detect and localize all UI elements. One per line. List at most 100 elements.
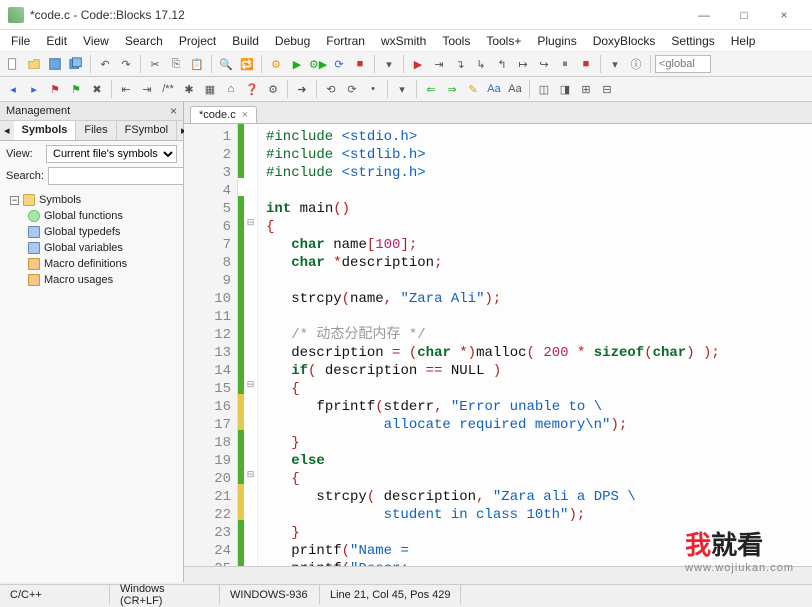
save-all-icon[interactable] xyxy=(66,54,86,74)
bookmark-clear-icon[interactable]: ✖ xyxy=(87,79,107,99)
menu-view[interactable]: View xyxy=(76,32,116,50)
info-icon[interactable]: ⓘ xyxy=(626,54,646,74)
code-editor[interactable]: 1234567891011121314151617181920212223242… xyxy=(184,124,812,566)
fortran-icon[interactable]: ➜ xyxy=(292,79,312,99)
menu-help[interactable]: Help xyxy=(724,32,763,50)
doxy-run-icon[interactable]: ▦ xyxy=(200,79,220,99)
next-line-icon[interactable]: ↴ xyxy=(450,54,470,74)
close-button[interactable]: × xyxy=(764,3,804,27)
tab-files[interactable]: Files xyxy=(76,121,116,140)
management-tabs: ◂ Symbols Files FSymbol ▸ xyxy=(0,121,183,141)
find-icon[interactable]: 🔍 xyxy=(216,54,236,74)
last-jump-icon[interactable]: • xyxy=(363,79,383,99)
toolbar-separator xyxy=(387,80,388,98)
management-close-icon[interactable]: × xyxy=(170,104,177,118)
run-cursor-icon[interactable]: ⇥ xyxy=(429,54,449,74)
target-dropdown[interactable]: ▾ xyxy=(379,54,399,74)
toolbar-row-2: ◂ ▸ ⚑ ⚑ ✖ ⇤ ⇥ /** ✱ ▦ ⌂ ❓ ⚙ ➜ ⟲ ⟳ • ▾ ⇐ … xyxy=(0,77,812,102)
minimize-button[interactable]: — xyxy=(684,3,724,27)
highlight-icon[interactable]: ✎ xyxy=(463,79,483,99)
menu-build[interactable]: Build xyxy=(225,32,266,50)
step-in-icon[interactable]: ↳ xyxy=(471,54,491,74)
tabs-left-arrow-icon[interactable]: ◂ xyxy=(0,121,14,140)
tree-global-variables[interactable]: Global variables xyxy=(6,240,177,256)
select-target-icon[interactable]: ▾ xyxy=(392,79,412,99)
editor-tab-code-c[interactable]: *code.c × xyxy=(190,106,257,123)
regex-icon[interactable]: Aa xyxy=(505,79,525,99)
menu-toolsplus[interactable]: Tools+ xyxy=(479,32,528,50)
menu-settings[interactable]: Settings xyxy=(664,32,721,50)
menu-plugins[interactable]: Plugins xyxy=(530,32,583,50)
rebuild-icon[interactable]: ⟳ xyxy=(329,54,349,74)
text-icon[interactable]: Aa xyxy=(484,79,504,99)
step-out-icon[interactable]: ↰ xyxy=(492,54,512,74)
replace-icon[interactable]: 🔁 xyxy=(237,54,257,74)
step-instr-icon[interactable]: ↪ xyxy=(534,54,554,74)
new-file-icon[interactable] xyxy=(3,54,23,74)
menu-debug[interactable]: Debug xyxy=(268,32,317,50)
editor-tab-label: *code.c xyxy=(199,109,236,121)
nav-back-icon[interactable]: ⇐ xyxy=(421,79,441,99)
build-run-icon[interactable]: ⚙▶ xyxy=(308,54,328,74)
bookmark-prev2-icon[interactable]: ⚑ xyxy=(66,79,86,99)
paste-icon[interactable]: 📋 xyxy=(187,54,207,74)
bookmark-next-icon[interactable]: ▸ xyxy=(24,79,44,99)
doxy-block-icon[interactable]: ✱ xyxy=(179,79,199,99)
menu-tools[interactable]: Tools xyxy=(435,32,477,50)
save-icon[interactable] xyxy=(45,54,65,74)
global-search-input[interactable] xyxy=(655,55,711,73)
debug-windows-icon[interactable]: ▾ xyxy=(605,54,625,74)
menu-fortran[interactable]: Fortran xyxy=(319,32,372,50)
menu-file[interactable]: File xyxy=(4,32,37,50)
doxy-html-icon[interactable]: ⌂ xyxy=(221,79,241,99)
menu-search[interactable]: Search xyxy=(118,32,170,50)
editor-hscrollbar[interactable] xyxy=(184,566,812,582)
view-select[interactable]: Current file's symbols xyxy=(46,145,177,163)
editor-tab-close-icon[interactable]: × xyxy=(242,109,248,121)
tab-fsymbol[interactable]: FSymbol xyxy=(117,121,177,140)
open-icon[interactable] xyxy=(24,54,44,74)
tool-d-icon[interactable]: ⊟ xyxy=(597,79,617,99)
toolbar-separator xyxy=(403,55,404,73)
tool-b-icon[interactable]: ◨ xyxy=(555,79,575,99)
menu-edit[interactable]: Edit xyxy=(39,32,74,50)
doxy-fwd-icon[interactable]: ⇥ xyxy=(137,79,157,99)
maximize-button[interactable]: □ xyxy=(724,3,764,27)
symbol-search-input[interactable] xyxy=(48,167,183,185)
doxy-back-icon[interactable]: ⇤ xyxy=(116,79,136,99)
jump-fwd-icon[interactable]: ⟳ xyxy=(342,79,362,99)
tool-a-icon[interactable]: ◫ xyxy=(534,79,554,99)
menu-project[interactable]: Project xyxy=(172,32,223,50)
debug-run-icon[interactable]: ▶ xyxy=(408,54,428,74)
next-instr-icon[interactable]: ↦ xyxy=(513,54,533,74)
tool-c-icon[interactable]: ⊞ xyxy=(576,79,596,99)
doxy-cfg-icon[interactable]: ⚙ xyxy=(263,79,283,99)
stop-icon[interactable]: ■ xyxy=(350,54,370,74)
menu-wxsmith[interactable]: wxSmith xyxy=(374,32,433,50)
copy-icon[interactable]: ⎘ xyxy=(166,54,186,74)
tree-root[interactable]: − Symbols xyxy=(6,192,177,208)
doxy-comment-icon[interactable]: /** xyxy=(158,79,178,99)
bookmark-toggle-icon[interactable]: ⚑ xyxy=(45,79,65,99)
code-content[interactable]: #include <stdio.h> #include <stdlib.h> #… xyxy=(258,124,720,566)
tree-global-functions[interactable]: Global functions xyxy=(6,208,177,224)
run-icon[interactable]: ▶ xyxy=(287,54,307,74)
fold-margin[interactable]: ⊟⊟⊟ xyxy=(244,124,258,566)
break-debug-icon[interactable]: ⏸ xyxy=(555,54,575,74)
tab-symbols[interactable]: Symbols xyxy=(14,121,77,140)
jump-back-icon[interactable]: ⟲ xyxy=(321,79,341,99)
nav-fwd-icon[interactable]: ⇒ xyxy=(442,79,462,99)
undo-icon[interactable]: ↶ xyxy=(95,54,115,74)
tree-macro-definitions[interactable]: Macro definitions xyxy=(6,256,177,272)
build-icon[interactable]: ⚙ xyxy=(266,54,286,74)
cut-icon[interactable]: ✂ xyxy=(145,54,165,74)
toolbar-separator xyxy=(211,55,212,73)
collapse-icon[interactable]: − xyxy=(10,196,19,205)
tree-global-typedefs[interactable]: Global typedefs xyxy=(6,224,177,240)
bookmark-prev-icon[interactable]: ◂ xyxy=(3,79,23,99)
stop-debug-icon[interactable]: ■ xyxy=(576,54,596,74)
menu-doxyblocks[interactable]: DoxyBlocks xyxy=(586,32,663,50)
doxy-chm-icon[interactable]: ❓ xyxy=(242,79,262,99)
tree-macro-usages[interactable]: Macro usages xyxy=(6,272,177,288)
redo-icon[interactable]: ↷ xyxy=(116,54,136,74)
